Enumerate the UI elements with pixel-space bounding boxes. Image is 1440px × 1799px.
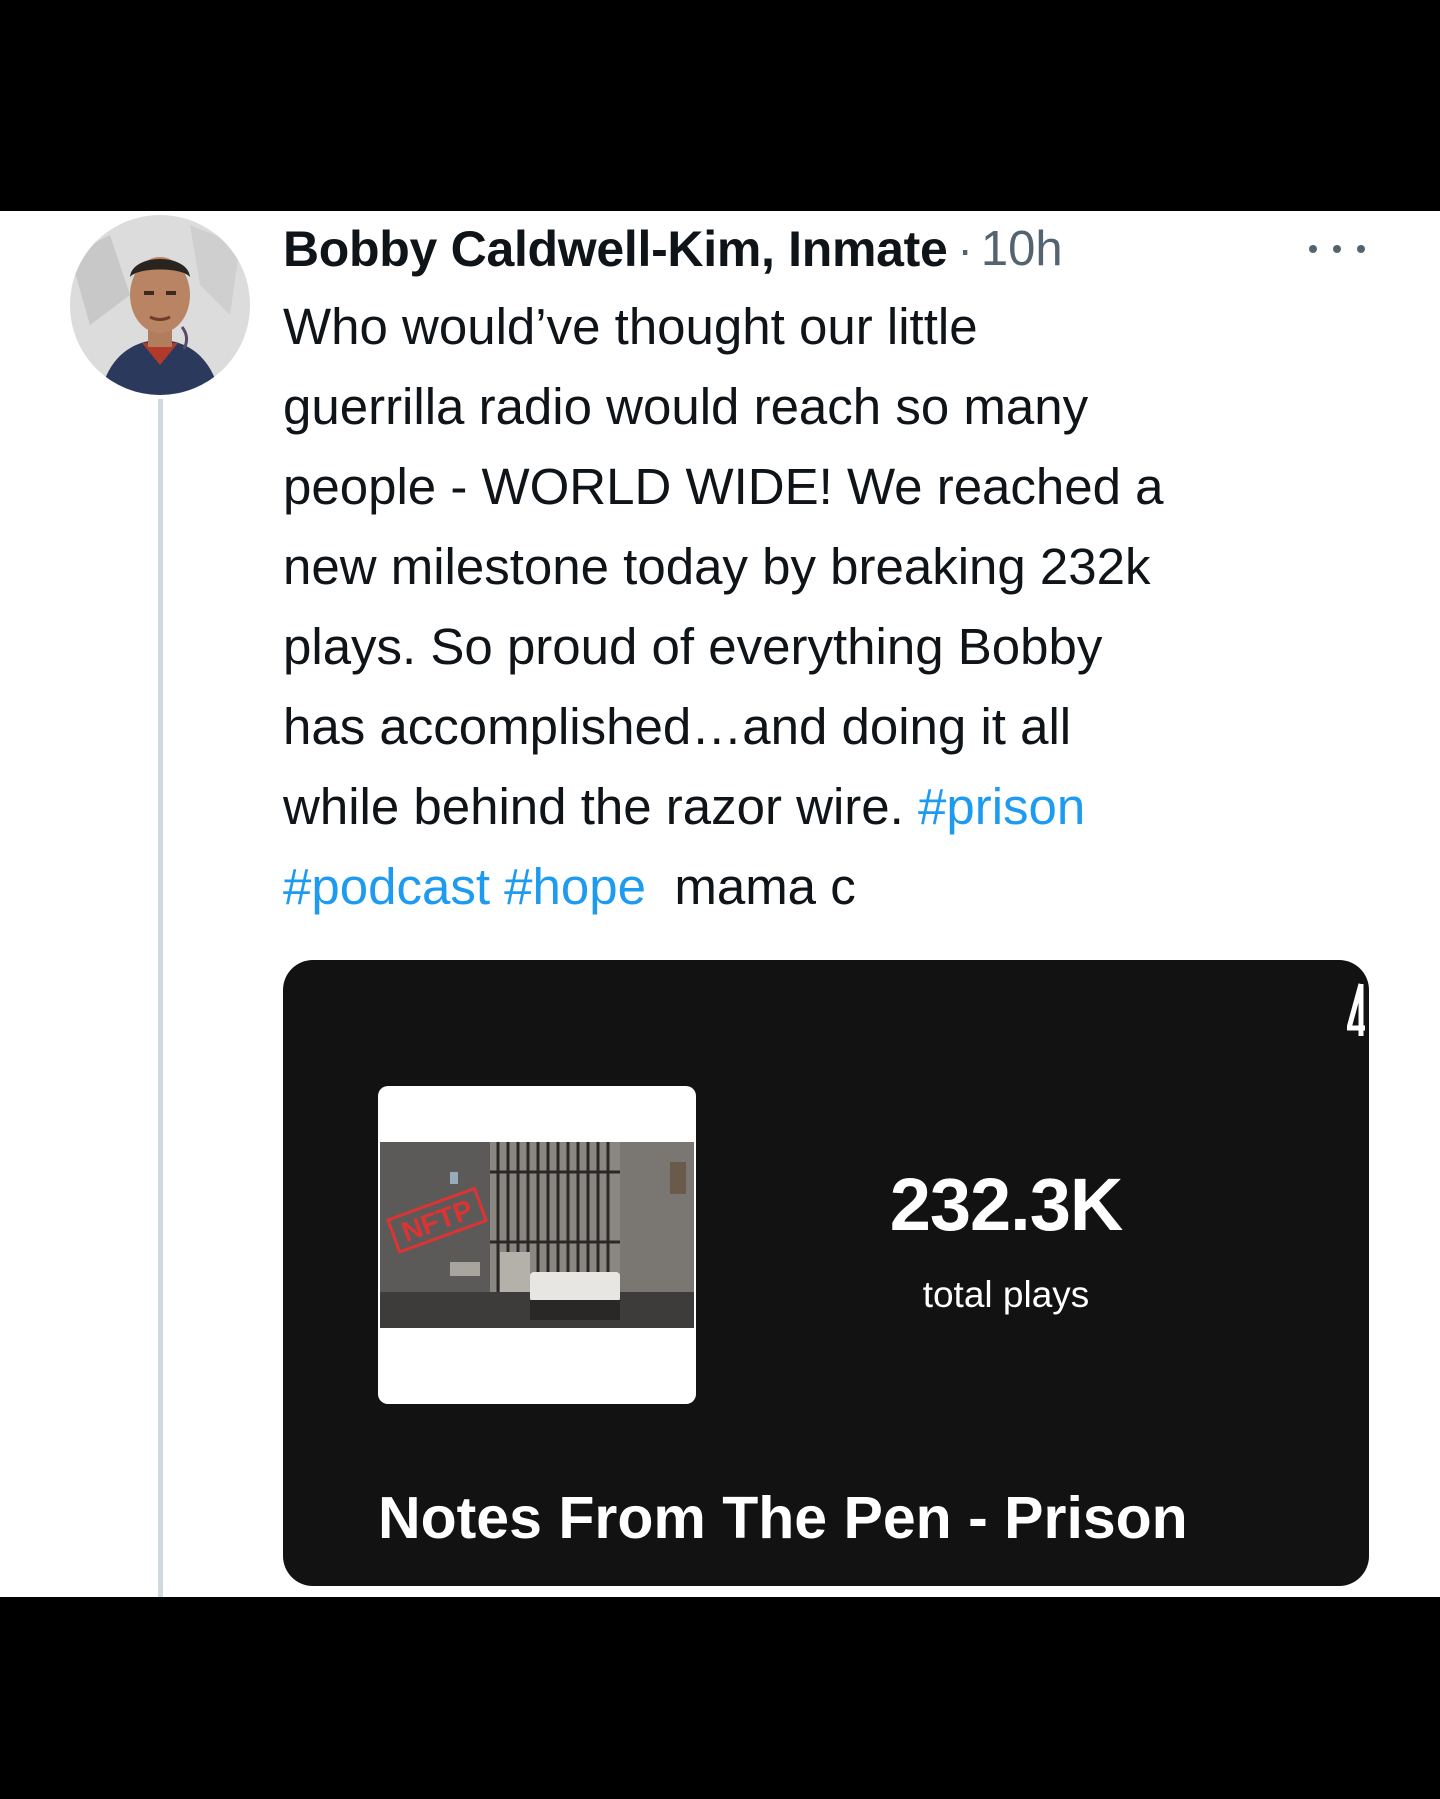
- author-name[interactable]: Bobby Caldwell-Kim, Inmate: [283, 220, 948, 278]
- tweet-text-line: plays. So proud of everything Bobby: [283, 618, 1103, 675]
- bottom-black-bar: [0, 1597, 1440, 1799]
- tweet-text-line: #podcast #hope mama c: [283, 847, 1383, 927]
- prison-cell-image: NFTP: [380, 1142, 694, 1328]
- tweet-text-line: has accomplished…and doing it all: [283, 698, 1072, 755]
- more-dot: [1309, 245, 1317, 253]
- tweet-header: Bobby Caldwell-Kim, Inmate · 10h: [283, 213, 1063, 285]
- plays-count: 232.3K: [889, 1163, 1124, 1246]
- plays-label: total plays: [922, 1274, 1090, 1315]
- tweet-text-line: guerrilla radio would reach so many: [283, 378, 1089, 435]
- podcast-stats-card[interactable]: NFTP 232.3K total plays Notes From The P…: [283, 960, 1369, 1586]
- tweet[interactable]: Bobby Caldwell-Kim, Inmate · 10h Who wou…: [0, 211, 1440, 1597]
- card-corner-glyph: [1347, 983, 1365, 1036]
- thread-line: [158, 399, 163, 1597]
- show-title[interactable]: Notes From The Pen - Prison: [378, 1484, 1188, 1552]
- more-dot: [1333, 245, 1341, 253]
- more-dot: [1357, 245, 1365, 253]
- tweet-text-line: new milestone today by breaking 232k: [283, 538, 1151, 595]
- podcast-cover: NFTP: [378, 1086, 696, 1404]
- avatar[interactable]: [70, 215, 250, 395]
- tweet-text-line: Who would’ve thought our little: [283, 298, 978, 355]
- tweet-text-line: people - WORLD WIDE! We reached a: [283, 458, 1164, 515]
- tweet-text-segment: while behind the razor wire.: [283, 778, 904, 835]
- tweet-text: Who would’ve thought our little guerrill…: [283, 287, 1383, 927]
- hashtag-prison[interactable]: #prison: [918, 778, 1085, 835]
- tweet-text-line: while behind the razor wire. #prison: [283, 767, 1383, 847]
- timestamp[interactable]: 10h: [981, 221, 1063, 277]
- hashtag-podcast[interactable]: #podcast: [283, 858, 490, 915]
- more-options-icon[interactable]: [1309, 231, 1365, 267]
- header-separator: ·: [957, 223, 973, 275]
- signoff: mama c: [674, 858, 856, 915]
- hashtag-hope[interactable]: #hope: [504, 858, 646, 915]
- top-black-bar: [0, 0, 1440, 211]
